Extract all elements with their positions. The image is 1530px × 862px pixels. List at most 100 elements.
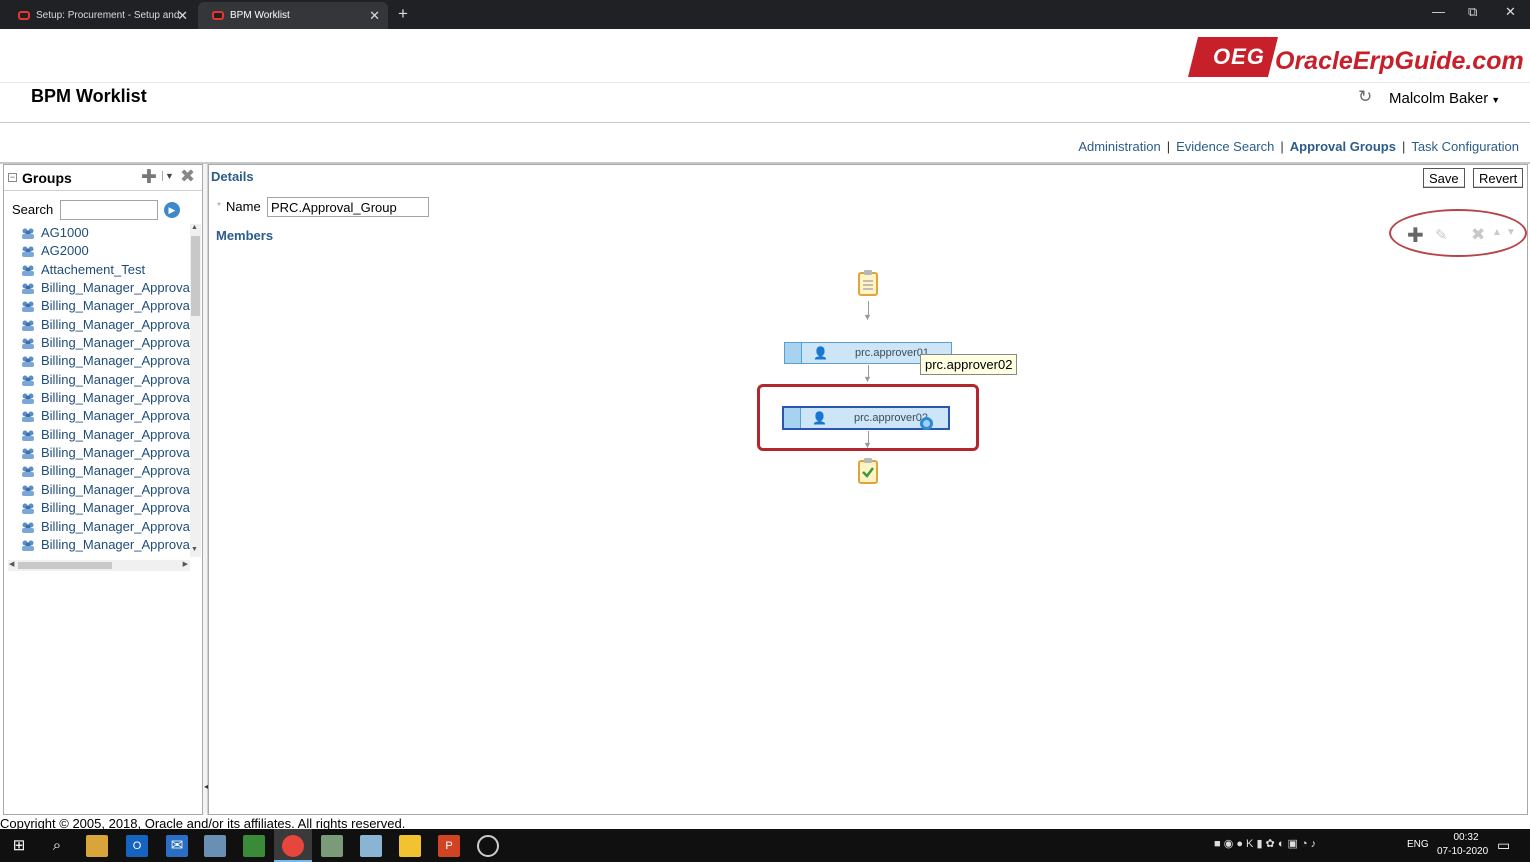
- browser-tab-bpm-worklist[interactable]: BPM Worklist ✕: [198, 2, 388, 29]
- group-list-item[interactable]: Billing_Manager_Approval: [4, 481, 190, 499]
- group-search-input[interactable]: [60, 200, 158, 220]
- nav-separator: |: [1166, 139, 1171, 154]
- minimize-icon[interactable]: —: [1432, 4, 1445, 19]
- network-app-icon[interactable]: [204, 835, 226, 857]
- group-list-item[interactable]: Billing_Manager_Approval: [4, 536, 190, 554]
- nav-link-evidence-search[interactable]: Evidence Search: [1176, 139, 1274, 154]
- logo-text: OracleErpGuide.com: [1275, 47, 1524, 75]
- group-name: AG1000: [41, 225, 89, 240]
- group-icon: [22, 522, 34, 533]
- search-go-icon[interactable]: ▶: [164, 202, 180, 218]
- scroll-right-icon[interactable]: ▶: [183, 560, 188, 568]
- group-name-field[interactable]: [267, 197, 429, 217]
- system-tray-icons[interactable]: ■ ◉ ● K ▮ ✿ ◐ ▣ ◔ ♪: [1214, 837, 1316, 850]
- file-explorer-icon[interactable]: [86, 835, 108, 857]
- group-list-item[interactable]: AG1000: [4, 224, 190, 242]
- add-group-icon[interactable]: ✚: [141, 166, 157, 189]
- nav-link-task-configuration[interactable]: Task Configuration: [1411, 139, 1519, 154]
- group-icon: [22, 485, 34, 496]
- scroll-thumb[interactable]: [18, 562, 112, 569]
- group-icon: [22, 283, 34, 295]
- close-tab-icon[interactable]: ✕: [369, 8, 380, 24]
- windows-start-icon[interactable]: ⊞: [8, 835, 30, 857]
- group-icon: [22, 411, 34, 423]
- close-tab-icon[interactable]: ✕: [177, 8, 188, 24]
- language-indicator[interactable]: ENG: [1407, 839, 1429, 850]
- revert-button[interactable]: Revert: [1473, 168, 1524, 188]
- members-title: Members: [216, 228, 274, 243]
- group-list-item[interactable]: Billing_Manager_Approval: [4, 316, 190, 334]
- restore-icon[interactable]: ⧉: [1468, 4, 1477, 20]
- move-up-icon[interactable]: ▲: [1492, 227, 1502, 238]
- oracle-favicon-icon: [212, 11, 224, 20]
- group-name: Billing_Manager_Approval: [41, 280, 190, 296]
- powerpoint-icon[interactable]: P: [438, 835, 460, 857]
- group-list-item[interactable]: Billing_Manager_Approval: [4, 389, 190, 407]
- collapse-icon[interactable]: −: [8, 173, 17, 182]
- group-list-item[interactable]: Billing_Manager_Approval: [4, 499, 190, 517]
- scroll-left-icon[interactable]: ◀: [9, 560, 14, 568]
- group-list-item[interactable]: Billing_Manager_Approval: [4, 426, 190, 444]
- user-menu[interactable]: Malcolm Baker ▼: [1389, 90, 1500, 107]
- move-down-icon[interactable]: ▼: [1506, 227, 1516, 238]
- scroll-thumb[interactable]: [191, 236, 200, 316]
- notepad-icon[interactable]: [243, 835, 265, 857]
- outlook-icon[interactable]: O: [126, 835, 148, 857]
- nav-links: Administration | Evidence Search | Approval …: [1078, 139, 1519, 154]
- group-list-item[interactable]: Billing_Manager_Approval: [4, 518, 190, 536]
- group-list-item[interactable]: Billing_Manager_Approval: [4, 334, 190, 352]
- close-window-icon[interactable]: ✕: [1505, 4, 1516, 20]
- group-list-item[interactable]: AG2000: [4, 242, 190, 260]
- groups-panel: − Groups ✚ ▼ ✖ Search ▶ AG1000 AG2000 Atta…: [3, 164, 203, 815]
- caret-down-icon: ▼: [1491, 95, 1501, 105]
- clock-time[interactable]: 00:32: [1446, 832, 1486, 843]
- scroll-up-icon[interactable]: ▲: [191, 224, 198, 231]
- mail-icon[interactable]: ✉: [166, 835, 188, 857]
- busy-cursor-icon: [920, 417, 933, 430]
- browser-tab-setup[interactable]: Setup: Procurement - Setup and ✕: [4, 2, 196, 29]
- group-icon: [22, 375, 34, 386]
- group-name: Attachement_Test: [41, 261, 146, 277]
- search-icon[interactable]: ⌕: [46, 835, 68, 857]
- refresh-icon[interactable]: ↻: [1358, 87, 1372, 107]
- group-list-item[interactable]: Attachement_Test: [4, 261, 190, 279]
- group-list-item[interactable]: Billing_Manager_Approval: [4, 444, 190, 462]
- horizontal-scrollbar[interactable]: ◀ ▶: [8, 560, 190, 571]
- oeg-logo: OEG OracleErpGuide.com: [1188, 37, 1524, 79]
- add-dropdown-icon[interactable]: ▼: [162, 171, 174, 181]
- group-icon: [22, 540, 34, 551]
- group-list-item[interactable]: Billing_Manager_Approval: [4, 407, 190, 425]
- app-icon[interactable]: [321, 835, 343, 857]
- notification-icon[interactable]: ▭: [1497, 837, 1510, 854]
- new-tab-button[interactable]: +: [398, 4, 408, 24]
- group-list-item[interactable]: Billing_Manager_Approval: [4, 352, 190, 370]
- group-icon: [22, 228, 34, 239]
- clock-app-icon[interactable]: [477, 835, 499, 857]
- logo-badge: OEG: [1213, 44, 1265, 69]
- save-button[interactable]: Save: [1423, 168, 1465, 188]
- nav-link-approval-groups[interactable]: Approval Groups: [1290, 139, 1396, 154]
- group-list-item[interactable]: Billing_Manager_Approval: [4, 279, 190, 297]
- group-list-item[interactable]: Billing_Manager_Approval: [4, 462, 190, 480]
- app-icon[interactable]: [360, 835, 382, 857]
- vertical-scrollbar[interactable]: ▲ ▼: [190, 224, 201, 557]
- oracle-favicon-icon: [18, 11, 30, 20]
- delete-member-icon[interactable]: ✖: [1471, 225, 1485, 245]
- sticky-notes-icon[interactable]: [399, 835, 421, 857]
- tab-label: Setup: Procurement - Setup and: [36, 10, 180, 21]
- flow-arrow-icon: ▼: [863, 440, 872, 450]
- nav-separator: |: [1280, 139, 1284, 154]
- member-name: prc.approver02: [854, 412, 928, 424]
- edit-pencil-icon[interactable]: ✎: [1435, 226, 1448, 244]
- details-panel: Details Save Revert * Name Members ✚ ✎ ✖…: [208, 164, 1528, 815]
- scroll-down-icon[interactable]: ▼: [191, 546, 198, 553]
- chrome-icon[interactable]: [282, 835, 304, 857]
- group-list-item[interactable]: Billing_Manager_Approval: [4, 297, 190, 315]
- add-member-icon[interactable]: ✚: [1407, 223, 1424, 248]
- clock-date[interactable]: 07-10-2020: [1437, 846, 1488, 857]
- name-label: Name: [226, 199, 261, 214]
- delete-group-icon[interactable]: ✖: [180, 166, 195, 187]
- group-list-item[interactable]: Billing_Manager_Approval: [4, 371, 190, 389]
- nav-link-administration[interactable]: Administration: [1078, 139, 1160, 154]
- member-name: prc.approver01: [855, 347, 929, 359]
